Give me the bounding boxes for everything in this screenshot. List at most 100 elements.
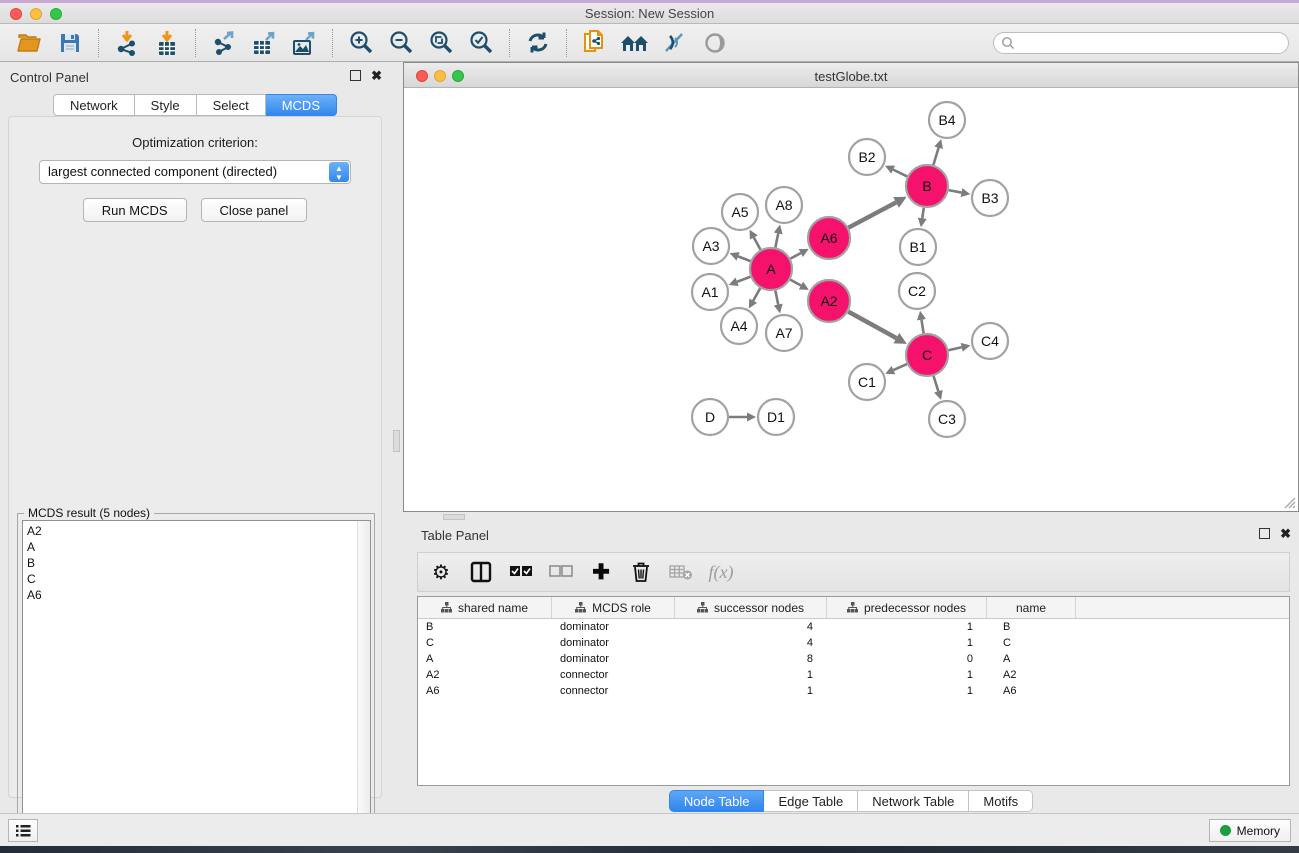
home-icon[interactable] bbox=[620, 28, 650, 58]
tab-mcds[interactable]: MCDS bbox=[266, 94, 337, 116]
memory-button[interactable]: Memory bbox=[1209, 819, 1291, 842]
edge-A-A1[interactable] bbox=[737, 277, 750, 282]
table-cell[interactable]: 1 bbox=[827, 635, 987, 651]
search-input[interactable] bbox=[1015, 34, 1288, 52]
mcds-result-item[interactable]: A bbox=[27, 539, 370, 555]
edge-B-B2[interactable] bbox=[893, 170, 907, 177]
column-header-successor-nodes[interactable]: successor nodes bbox=[675, 597, 827, 618]
refresh-icon[interactable] bbox=[523, 28, 553, 58]
close-table-panel-icon[interactable]: ✖ bbox=[1280, 528, 1291, 539]
edge-A2-C[interactable] bbox=[848, 312, 896, 338]
table-cell[interactable]: 1 bbox=[675, 667, 827, 683]
table-row[interactable]: A6connector11A6 bbox=[418, 683, 1289, 699]
duplicate-network-icon[interactable] bbox=[580, 28, 610, 58]
export-table-icon[interactable] bbox=[249, 28, 279, 58]
table-cell[interactable]: A bbox=[418, 651, 552, 667]
table-cell[interactable]: A2 bbox=[987, 667, 1076, 683]
zoom-selected-icon[interactable] bbox=[466, 28, 496, 58]
table-row[interactable]: Adominator80A bbox=[418, 651, 1289, 667]
table-cell[interactable]: 1 bbox=[827, 667, 987, 683]
resize-grip-icon[interactable] bbox=[1282, 495, 1296, 509]
table-cell[interactable]: 4 bbox=[675, 635, 827, 651]
table-cell[interactable]: dominator bbox=[552, 651, 675, 667]
table-cell[interactable]: A bbox=[987, 651, 1076, 667]
columns-icon[interactable] bbox=[468, 559, 494, 585]
column-header-name[interactable]: name bbox=[987, 597, 1076, 618]
task-history-button[interactable] bbox=[8, 819, 38, 842]
table-cell[interactable]: A6 bbox=[987, 683, 1076, 699]
mcds-result-item[interactable]: A6 bbox=[27, 587, 370, 603]
edge-C-C3[interactable] bbox=[934, 376, 939, 391]
edge-B-B4[interactable] bbox=[933, 148, 938, 165]
column-header-shared-name[interactable]: shared name bbox=[418, 597, 552, 618]
table-cell[interactable]: 1 bbox=[827, 683, 987, 699]
add-column-icon[interactable]: ✚ bbox=[588, 559, 614, 585]
table-cell[interactable]: connector bbox=[552, 667, 675, 683]
close-panel-icon[interactable]: ✖ bbox=[371, 70, 382, 81]
mcds-result-list[interactable]: A2ABCA6 bbox=[22, 520, 371, 844]
edge-A-A2[interactable] bbox=[790, 280, 801, 286]
table-cell[interactable]: A6 bbox=[418, 683, 552, 699]
table-cell[interactable]: A2 bbox=[418, 667, 552, 683]
table-cell[interactable]: B bbox=[987, 619, 1076, 635]
tab-select[interactable]: Select bbox=[197, 94, 266, 116]
export-image-icon[interactable] bbox=[289, 28, 319, 58]
zoom-fit-icon[interactable] bbox=[426, 28, 456, 58]
table-row[interactable]: Cdominator41C bbox=[418, 635, 1289, 651]
delete-column-icon[interactable] bbox=[628, 559, 654, 585]
edge-A-A8[interactable] bbox=[775, 233, 778, 247]
criterion-dropdown[interactable]: largest connected component (directed) ▲… bbox=[39, 160, 351, 184]
edge-A-A4[interactable] bbox=[753, 288, 760, 301]
edge-C-C2[interactable] bbox=[921, 320, 923, 334]
column-header-predecessor-nodes[interactable]: predecessor nodes bbox=[827, 597, 987, 618]
float-table-panel-icon[interactable] bbox=[1259, 528, 1270, 539]
hide-graphics-details-icon[interactable] bbox=[660, 28, 690, 58]
run-mcds-button[interactable]: Run MCDS bbox=[83, 198, 187, 222]
zoom-out-icon[interactable] bbox=[386, 28, 416, 58]
table-cell[interactable]: 8 bbox=[675, 651, 827, 667]
float-panel-icon[interactable] bbox=[350, 70, 361, 81]
edge-C-C4[interactable] bbox=[948, 347, 961, 350]
tab-motifs[interactable]: Motifs bbox=[969, 790, 1033, 812]
scrollbar[interactable] bbox=[357, 521, 370, 843]
table-cell[interactable]: C bbox=[418, 635, 552, 651]
edge-A-A7[interactable] bbox=[775, 291, 778, 305]
show-graphics-details-icon[interactable] bbox=[700, 28, 730, 58]
table-cell[interactable]: C bbox=[987, 635, 1076, 651]
edge-A-A5[interactable] bbox=[754, 237, 761, 249]
table-row[interactable]: Bdominator41B bbox=[418, 619, 1289, 635]
network-canvas[interactable]: AA1A2A3A4A5A6A7A8BB1B2B3B4CC1C2C3C4DD1 bbox=[404, 88, 1298, 511]
vertical-splitter-handle[interactable] bbox=[393, 430, 400, 452]
import-table-icon[interactable] bbox=[152, 28, 182, 58]
edge-C-C1[interactable] bbox=[893, 364, 906, 370]
search-box[interactable] bbox=[993, 32, 1289, 54]
table-cell[interactable]: 4 bbox=[675, 619, 827, 635]
edge-A-A3[interactable] bbox=[738, 256, 750, 261]
close-panel-button[interactable]: Close panel bbox=[201, 198, 308, 222]
export-network-icon[interactable] bbox=[209, 28, 239, 58]
tab-network[interactable]: Network bbox=[53, 94, 135, 116]
zoom-in-icon[interactable] bbox=[346, 28, 376, 58]
table-cell[interactable]: dominator bbox=[552, 619, 675, 635]
mcds-result-item[interactable]: A2 bbox=[27, 523, 370, 539]
edge-A6-B[interactable] bbox=[848, 202, 896, 227]
tab-edge-table[interactable]: Edge Table bbox=[764, 790, 858, 812]
column-header-MCDS-role[interactable]: MCDS role bbox=[552, 597, 675, 618]
deselect-all-icon[interactable] bbox=[548, 559, 574, 585]
edge-B-B3[interactable] bbox=[949, 190, 962, 192]
table-cell[interactable]: 1 bbox=[675, 683, 827, 699]
table-cell[interactable]: dominator bbox=[552, 635, 675, 651]
table-cell[interactable]: connector bbox=[552, 683, 675, 699]
import-network-icon[interactable] bbox=[112, 28, 142, 58]
gear-icon[interactable]: ⚙ bbox=[428, 559, 454, 585]
save-session-icon[interactable] bbox=[55, 28, 85, 58]
table-cell[interactable]: 1 bbox=[827, 619, 987, 635]
table-cell[interactable]: B bbox=[418, 619, 552, 635]
network-window-titlebar[interactable]: testGlobe.txt bbox=[404, 63, 1298, 88]
mcds-result-item[interactable]: B bbox=[27, 555, 370, 571]
open-session-icon[interactable] bbox=[15, 28, 45, 58]
tab-style[interactable]: Style bbox=[135, 94, 197, 116]
edge-A-A6[interactable] bbox=[790, 253, 800, 259]
node-table[interactable]: shared nameMCDS rolesuccessor nodesprede… bbox=[417, 596, 1290, 786]
tab-network-table[interactable]: Network Table bbox=[858, 790, 969, 812]
